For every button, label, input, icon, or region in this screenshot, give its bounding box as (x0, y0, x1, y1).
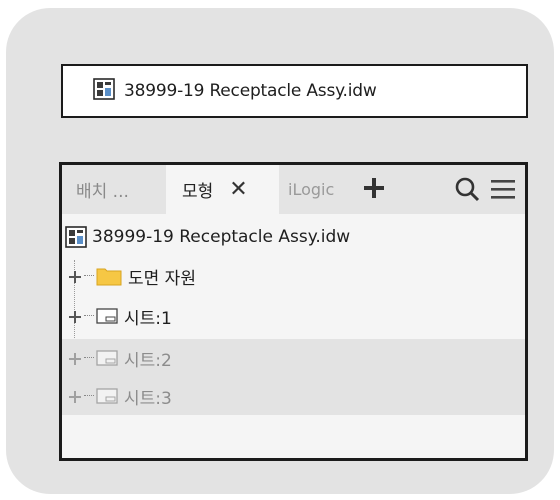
tree-connector (84, 395, 94, 397)
tab-layout-label: 배치 ... (76, 182, 129, 202)
tab-model[interactable]: 모형 ✕ (166, 165, 279, 214)
expand-icon[interactable] (68, 309, 82, 323)
sheet-icon (96, 388, 118, 409)
tree-connector (84, 357, 94, 359)
tree-item-label: 시트:2 (124, 350, 172, 371)
expand-icon[interactable] (68, 351, 82, 365)
search-icon[interactable] (454, 176, 480, 202)
tree-item-sheet-3[interactable]: 시트:3 (62, 377, 525, 415)
tree-connector (84, 275, 94, 277)
expand-icon[interactable] (68, 269, 82, 283)
model-browser-panel: 배치 ... 모형 ✕ iLogic 38999-19 Receptacle A… (59, 162, 528, 461)
expand-icon[interactable] (68, 389, 82, 403)
tree-item-label: 도면 자원 (128, 268, 196, 289)
drawing-document-icon (93, 78, 115, 104)
document-title: 38999-19 Receptacle Assy.idw (124, 81, 377, 101)
add-tab-icon[interactable] (362, 176, 386, 200)
hamburger-menu-icon[interactable] (490, 178, 516, 200)
tree-root-label: 38999-19 Receptacle Assy.idw (92, 227, 351, 247)
drawing-document-icon (65, 226, 87, 253)
close-tab-icon[interactable]: ✕ (229, 178, 247, 201)
folder-icon (96, 266, 122, 291)
browser-tab-bar: 배치 ... 모형 ✕ iLogic (62, 165, 525, 214)
tree-connector (84, 315, 94, 317)
tab-ilogic-label: iLogic (288, 180, 335, 199)
tree-item-label: 시트:1 (124, 308, 172, 329)
tree-item-sheet-1[interactable]: 시트:1 (62, 297, 525, 335)
tree-item-sheet-2[interactable]: 시트:2 (62, 339, 525, 377)
document-title-bar: 38999-19 Receptacle Assy.idw (61, 64, 528, 118)
tree-root-row[interactable]: 38999-19 Receptacle Assy.idw (62, 218, 525, 256)
tab-layout[interactable]: 배치 ... (76, 165, 129, 214)
tab-ilogic[interactable]: iLogic (288, 165, 334, 214)
tree-item-drawing-resources[interactable]: 도면 자원 (62, 257, 525, 295)
tree-item-label: 시트:3 (124, 388, 172, 409)
tab-model-label: 모형 (182, 182, 214, 202)
window-background: 38999-19 Receptacle Assy.idw 배치 ... 모형 ✕… (6, 8, 554, 494)
sheet-icon (96, 350, 118, 371)
sheet-icon (96, 308, 118, 329)
